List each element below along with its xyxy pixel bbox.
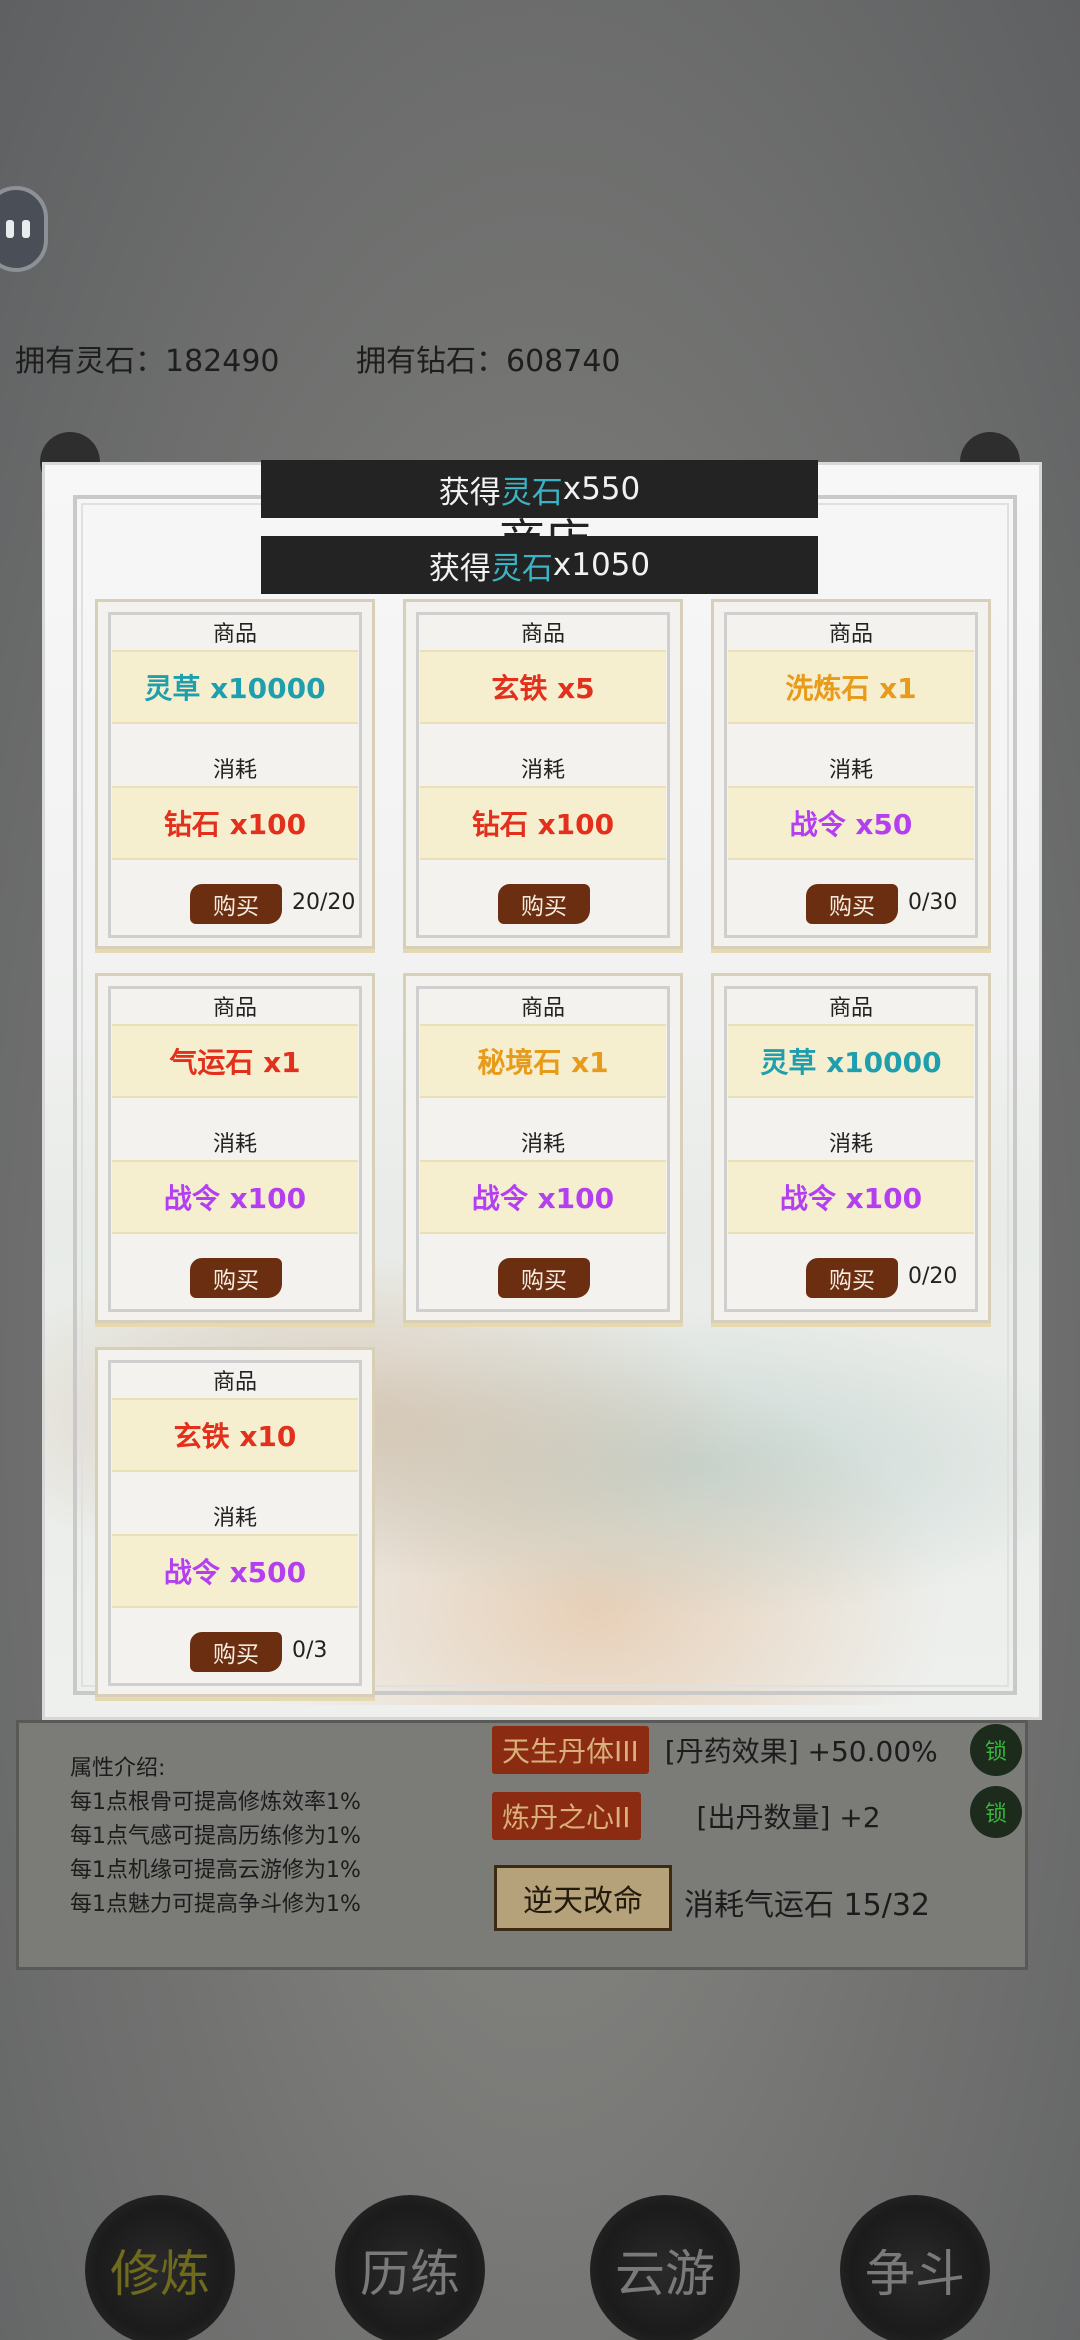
item-label: 商品 xyxy=(520,622,565,647)
reverse-fate-button[interactable]: 逆天改命 xyxy=(494,1865,672,1931)
shop-card: 商品 灵草 x10000 消耗 钻石 x100 购买 20/20 xyxy=(95,599,375,949)
cost-label: 消耗 xyxy=(212,1506,257,1531)
assistant-avatar-icon[interactable] xyxy=(0,186,48,272)
shop-card: 商品 气运石 x1 消耗 战令 x100 购买 xyxy=(95,973,375,1323)
trait-effect: [丹药效果] +50.00% xyxy=(664,1735,938,1768)
attribute-intro-title: 属性介绍: xyxy=(70,1756,166,1781)
toast-amount: x550 xyxy=(562,471,641,507)
cost-label: 消耗 xyxy=(212,1132,257,1157)
buy-button[interactable]: 购买 xyxy=(190,884,282,924)
eye-icon xyxy=(22,220,30,238)
eye-icon xyxy=(6,220,14,238)
buy-row: 购买 xyxy=(98,1258,372,1298)
buy-row: 购买 xyxy=(406,884,680,924)
item-reward: 灵草 x10000 xyxy=(112,650,358,724)
purchase-count: 0/30 xyxy=(908,890,958,915)
item-reward: 秘境石 x1 xyxy=(420,1024,666,1098)
purchase-count: 20/20 xyxy=(292,890,356,915)
item-label: 商品 xyxy=(212,1370,257,1395)
trait-effect: [出丹数量] +2 xyxy=(696,1801,881,1834)
buy-row: 购买 0/30 xyxy=(714,884,988,924)
nav-experience[interactable]: 历练 xyxy=(335,2195,485,2340)
buy-button[interactable]: 购买 xyxy=(498,884,590,924)
shop-dialog: 商店 商品 灵草 x10000 消耗 钻石 x100 购买 20/20 商品 玄… xyxy=(42,462,1045,1720)
purchase-count: 0/20 xyxy=(908,1264,958,1289)
shop-card: 商品 秘境石 x1 消耗 战令 x100 购买 xyxy=(403,973,683,1323)
item-cost: 战令 x100 xyxy=(728,1160,974,1234)
item-cost: 钻石 x100 xyxy=(112,786,358,860)
item-cost: 战令 x50 xyxy=(728,786,974,860)
buy-button[interactable]: 购买 xyxy=(190,1632,282,1672)
item-cost: 战令 x100 xyxy=(420,1160,666,1234)
cost-label: 消耗 xyxy=(520,1132,565,1157)
toast-amount: x1050 xyxy=(552,547,651,583)
toast-prefix: 获得 xyxy=(438,474,501,511)
shop-card: 商品 玄铁 x5 消耗 钻石 x100 购买 xyxy=(403,599,683,949)
item-label: 商品 xyxy=(828,996,873,1021)
item-label: 商品 xyxy=(828,622,873,647)
buy-row: 购买 0/20 xyxy=(714,1258,988,1298)
reverse-fate-cost: 消耗气运石 15/32 xyxy=(684,1888,930,1923)
purchase-count: 0/3 xyxy=(292,1638,328,1663)
cost-label: 消耗 xyxy=(212,758,257,783)
zuanshi-amount: 拥有钻石：608740 xyxy=(356,344,621,379)
attribute-intro-line: 每1点根骨可提高修炼效率1% xyxy=(70,1790,361,1815)
reward-toast: 获得 灵石 x1050 xyxy=(261,536,818,594)
buy-button[interactable]: 购买 xyxy=(190,1258,282,1298)
trait-row: 炼丹之心II [出丹数量] +2 xyxy=(492,1792,881,1840)
buy-row: 购买 20/20 xyxy=(98,884,372,924)
attribute-intro-line: 每1点气感可提高历练修为1% xyxy=(70,1824,361,1849)
item-label: 商品 xyxy=(520,996,565,1021)
reward-toast: 获得 灵石 x550 xyxy=(261,460,818,518)
attribute-intro-line: 每1点机缘可提高云游修为1% xyxy=(70,1858,361,1883)
attribute-intro: 属性介绍: 每1点根骨可提高修炼效率1% 每1点气感可提高历练修为1% 每1点机… xyxy=(70,1752,361,1922)
toast-item: 灵石 xyxy=(490,550,553,587)
attribute-intro-line: 每1点魅力可提高争斗修为1% xyxy=(70,1892,361,1917)
buy-button[interactable]: 购买 xyxy=(806,884,898,924)
cost-label: 消耗 xyxy=(520,758,565,783)
item-label: 商品 xyxy=(212,622,257,647)
nav-travel[interactable]: 云游 xyxy=(590,2195,740,2340)
lingshi-amount: 拥有灵石：182490 xyxy=(15,344,280,379)
toast-item: 灵石 xyxy=(500,474,563,511)
buy-button[interactable]: 购买 xyxy=(806,1258,898,1298)
toast-prefix: 获得 xyxy=(428,550,491,587)
nav-fight[interactable]: 争斗 xyxy=(840,2195,990,2340)
lock-button[interactable]: 锁 xyxy=(970,1724,1022,1776)
buy-row: 购买 0/3 xyxy=(98,1632,372,1672)
item-reward: 气运石 x1 xyxy=(112,1024,358,1098)
nav-cultivate[interactable]: 修炼 xyxy=(85,2195,235,2340)
cost-label: 消耗 xyxy=(828,758,873,783)
item-label: 商品 xyxy=(212,996,257,1021)
cost-label: 消耗 xyxy=(828,1132,873,1157)
shop-card: 商品 玄铁 x10 消耗 战令 x500 购买 0/3 xyxy=(95,1347,375,1697)
lock-button[interactable]: 锁 xyxy=(970,1786,1022,1838)
item-reward: 玄铁 x5 xyxy=(420,650,666,724)
shop-card: 商品 洗炼石 x1 消耗 战令 x50 购买 0/30 xyxy=(711,599,991,949)
buy-row: 购买 xyxy=(406,1258,680,1298)
item-cost: 战令 x100 xyxy=(112,1160,358,1234)
item-reward: 灵草 x10000 xyxy=(728,1024,974,1098)
trait-tag: 天生丹体III xyxy=(492,1726,649,1774)
item-cost: 钻石 x100 xyxy=(420,786,666,860)
trait-row: 天生丹体III [丹药效果] +50.00% xyxy=(492,1726,938,1774)
buy-button[interactable]: 购买 xyxy=(498,1258,590,1298)
trait-tag: 炼丹之心II xyxy=(492,1792,641,1840)
item-reward: 玄铁 x10 xyxy=(112,1398,358,1472)
shop-card: 商品 灵草 x10000 消耗 战令 x100 购买 0/20 xyxy=(711,973,991,1323)
item-cost: 战令 x500 xyxy=(112,1534,358,1608)
item-reward: 洗炼石 x1 xyxy=(728,650,974,724)
